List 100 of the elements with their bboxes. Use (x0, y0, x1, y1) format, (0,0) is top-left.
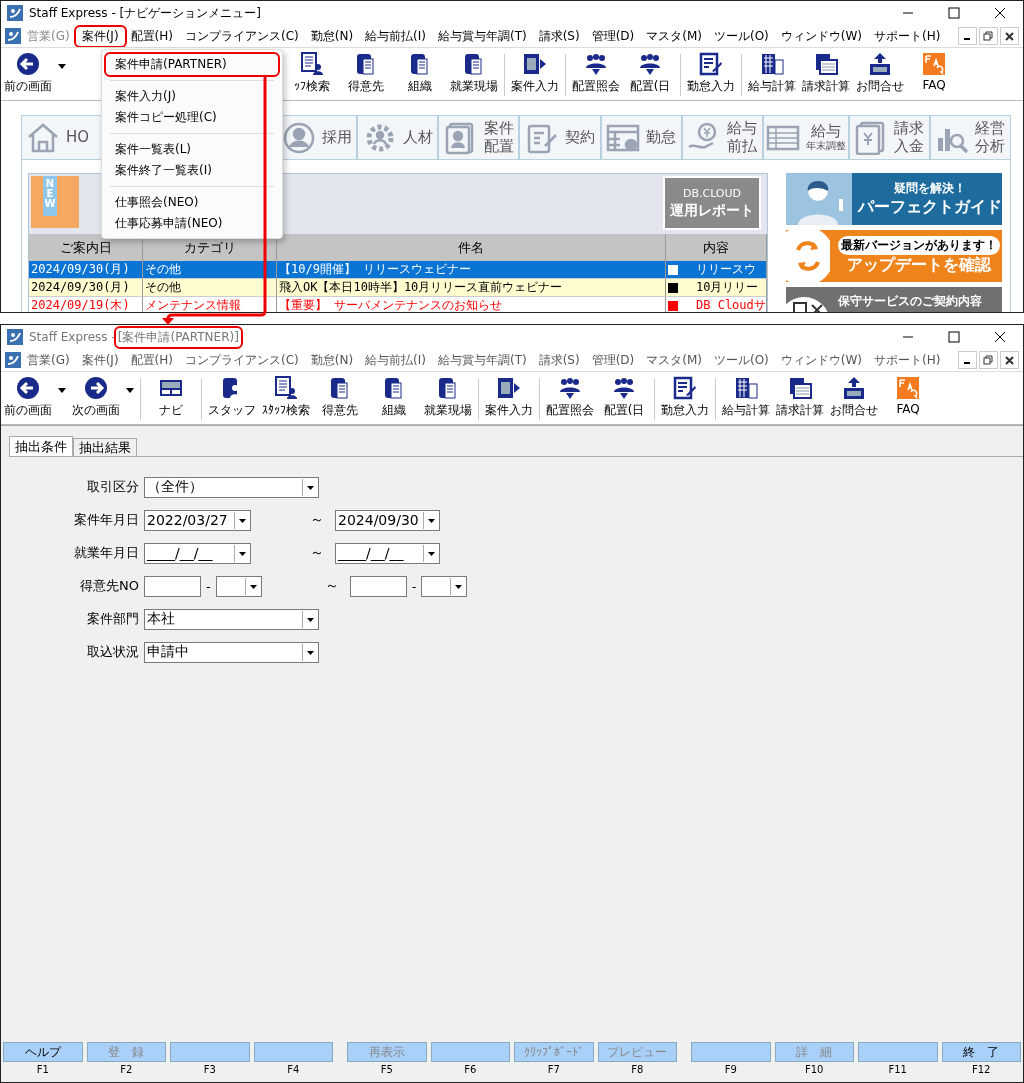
function-key-button[interactable]: ヘルプ (3, 1042, 83, 1062)
toolbar-button[interactable]: FAQ (881, 374, 935, 424)
select-field[interactable]: 本社 (144, 608, 319, 630)
date-field[interactable]: ____/__/__ (144, 542, 251, 564)
toolbar-button[interactable]: 請求計算 (799, 50, 853, 100)
menu-item[interactable]: 勤怠(N) (304, 350, 360, 370)
menu-item[interactable]: 給与賞与年調(T) (431, 350, 533, 370)
toolbar-button[interactable]: お問合せ (853, 50, 907, 100)
menu-item[interactable]: 給与前払(I) (359, 26, 432, 46)
toolbar-button[interactable]: 次の画面 (69, 374, 123, 424)
toolbar-button[interactable]: 配置照会 (569, 50, 623, 100)
nav-tab[interactable]: 経営 分析 (929, 115, 1011, 159)
toolbar-button[interactable]: 案件入力 (508, 50, 562, 100)
toolbar-button[interactable]: 得意先 (313, 374, 367, 424)
menu-item[interactable]: 案件終了一覧表(I) (106, 160, 278, 181)
toolbar-button[interactable]: FAQ (907, 50, 961, 100)
menu-item[interactable]: 給与前払(I) (359, 350, 432, 370)
toolbar-button[interactable]: ナビ (144, 374, 198, 424)
toolbar-button[interactable]: スタッフ (205, 374, 259, 424)
menu-item[interactable]: 勤怠(N) (304, 26, 360, 46)
menu-item[interactable]: 管理(D) (585, 26, 641, 46)
input-field[interactable] (349, 575, 407, 597)
select-field[interactable]: （全件） (144, 476, 319, 498)
toolbar-button[interactable]: 就業現場 (421, 374, 475, 424)
toolbar-button[interactable]: 給与計算 (719, 374, 773, 424)
maintenance-banner[interactable]: 保守サービスのご契約内容 (786, 287, 1002, 312)
toolbar-button[interactable]: 配置照会 (543, 374, 597, 424)
toolbar-button[interactable]: ｯﾌ検索 (285, 50, 339, 100)
nav-tab[interactable]: 契約 (519, 115, 601, 159)
table-cell[interactable]: 2024/09/30(月) (29, 279, 143, 297)
menu-item[interactable]: 営業(G) (21, 350, 76, 370)
toolbar-button[interactable]: 請求計算 (773, 374, 827, 424)
nav-tab[interactable]: 請求 入金 (848, 115, 930, 159)
table-cell[interactable]: その他 (143, 261, 277, 279)
menu-item[interactable]: ウィンドウ(W) (774, 350, 869, 370)
menu-item[interactable]: 配置(H) (124, 350, 179, 370)
date-field[interactable]: 2022/03/27 (144, 509, 251, 531)
menu-item[interactable]: 管理(D) (585, 350, 641, 370)
minimize-icon[interactable] (958, 27, 977, 45)
input-field[interactable] (144, 575, 201, 597)
toolbar-button[interactable]: 配置(日 (623, 50, 677, 100)
toolbar-button[interactable]: 組織 (367, 374, 421, 424)
nav-tab[interactable]: 案件 配置 (438, 115, 520, 159)
menu-item[interactable]: ウィンドウ(W) (774, 26, 869, 46)
menu-item[interactable]: サポート(H) (868, 350, 947, 370)
select-field[interactable]: 申請中 (144, 641, 319, 663)
update-banner[interactable]: 最新バージョンがあります！ アップデートを確認 (786, 230, 1002, 282)
nav-tab[interactable]: 勤怠 (600, 115, 682, 159)
menu-item[interactable]: 案件(J) (75, 26, 125, 46)
menu-item[interactable]: 案件入力(J) (106, 86, 278, 107)
toolbar-button[interactable]: 案件入力 (482, 374, 536, 424)
menu-item[interactable]: マスタ(M) (640, 350, 708, 370)
menu-item[interactable]: 配置(H) (124, 26, 179, 46)
menu-item[interactable]: 案件(J) (75, 350, 125, 370)
toolbar-button[interactable]: 組織 (393, 50, 447, 100)
date-field[interactable]: ____/__/__ (335, 542, 440, 564)
menu-item[interactable]: 仕事照会(NEO) (106, 192, 278, 213)
menu-item[interactable]: 給与賞与年調(T) (431, 26, 533, 46)
menu-item[interactable]: 請求(S) (532, 350, 586, 370)
menu-item[interactable]: コンプライアンス(C) (178, 350, 305, 370)
toolbar-button[interactable]: 前の画面 (1, 50, 55, 100)
table-cell[interactable]: その他 (143, 279, 277, 297)
guide-banner[interactable]: 疑問を解決！ パーフェクトガイド (786, 173, 1002, 225)
minimize-icon[interactable] (958, 351, 977, 369)
select-field[interactable] (421, 575, 468, 597)
menu-item[interactable]: サポート(H) (868, 26, 947, 46)
function-key-button[interactable]: 終 了 (941, 1042, 1021, 1062)
menu-item[interactable]: マスタ(M) (640, 26, 708, 46)
toolbar-button[interactable]: ｽﾀｯﾌ検索 (259, 374, 313, 424)
table-cell[interactable]: メンテナンス情報 (143, 297, 277, 312)
edit-document-icon (673, 376, 697, 400)
restore-icon[interactable] (979, 351, 998, 369)
menu-item[interactable]: ツール(O) (708, 26, 775, 46)
table-cell[interactable]: 2024/09/30(月) (29, 261, 143, 279)
toolbar-button[interactable]: 得意先 (339, 50, 393, 100)
toolbar-button[interactable]: お問合せ (827, 374, 881, 424)
toolbar-button[interactable]: 配置(日 (597, 374, 651, 424)
menu-item[interactable]: コンプライアンス(C) (178, 26, 305, 46)
toolbar-button[interactable]: 勤怠入力 (684, 50, 738, 100)
menu-item[interactable]: 仕事応募申請(NEO) (106, 213, 278, 234)
menu-item[interactable]: 請求(S) (532, 26, 586, 46)
table-cell[interactable]: 飛入OK【本日10時半】10月リリース直前ウェビナー (277, 279, 666, 297)
tab[interactable]: 抽出条件 (9, 436, 73, 456)
toolbar-button[interactable]: 就業現場 (447, 50, 501, 100)
date-field[interactable]: 2024/09/30 (335, 509, 440, 531)
table-cell[interactable]: 2024/09/19(木) (29, 297, 143, 312)
restore-icon[interactable] (979, 27, 998, 45)
menu-item[interactable]: 案件申請(PARTNER) (106, 54, 278, 75)
table-cell[interactable]: 【10/9開催】 リリースウェビナー (277, 261, 666, 279)
toolbar-button[interactable]: 勤怠入力 (658, 374, 712, 424)
nav-tab[interactable]: 給与 年末調整 (762, 115, 849, 159)
nav-tab[interactable]: 人材 (357, 115, 439, 159)
toolbar-button[interactable]: 給与計算 (745, 50, 799, 100)
close-icon[interactable] (1000, 27, 1019, 45)
select-field[interactable] (215, 575, 262, 597)
toolbar-button[interactable]: 前の画面 (1, 374, 55, 424)
nav-tab[interactable]: 給与 前払 (681, 115, 763, 159)
menu-item[interactable]: ツール(O) (708, 350, 775, 370)
tab[interactable]: 抽出結果 (73, 438, 137, 456)
close-icon[interactable] (1000, 351, 1019, 369)
